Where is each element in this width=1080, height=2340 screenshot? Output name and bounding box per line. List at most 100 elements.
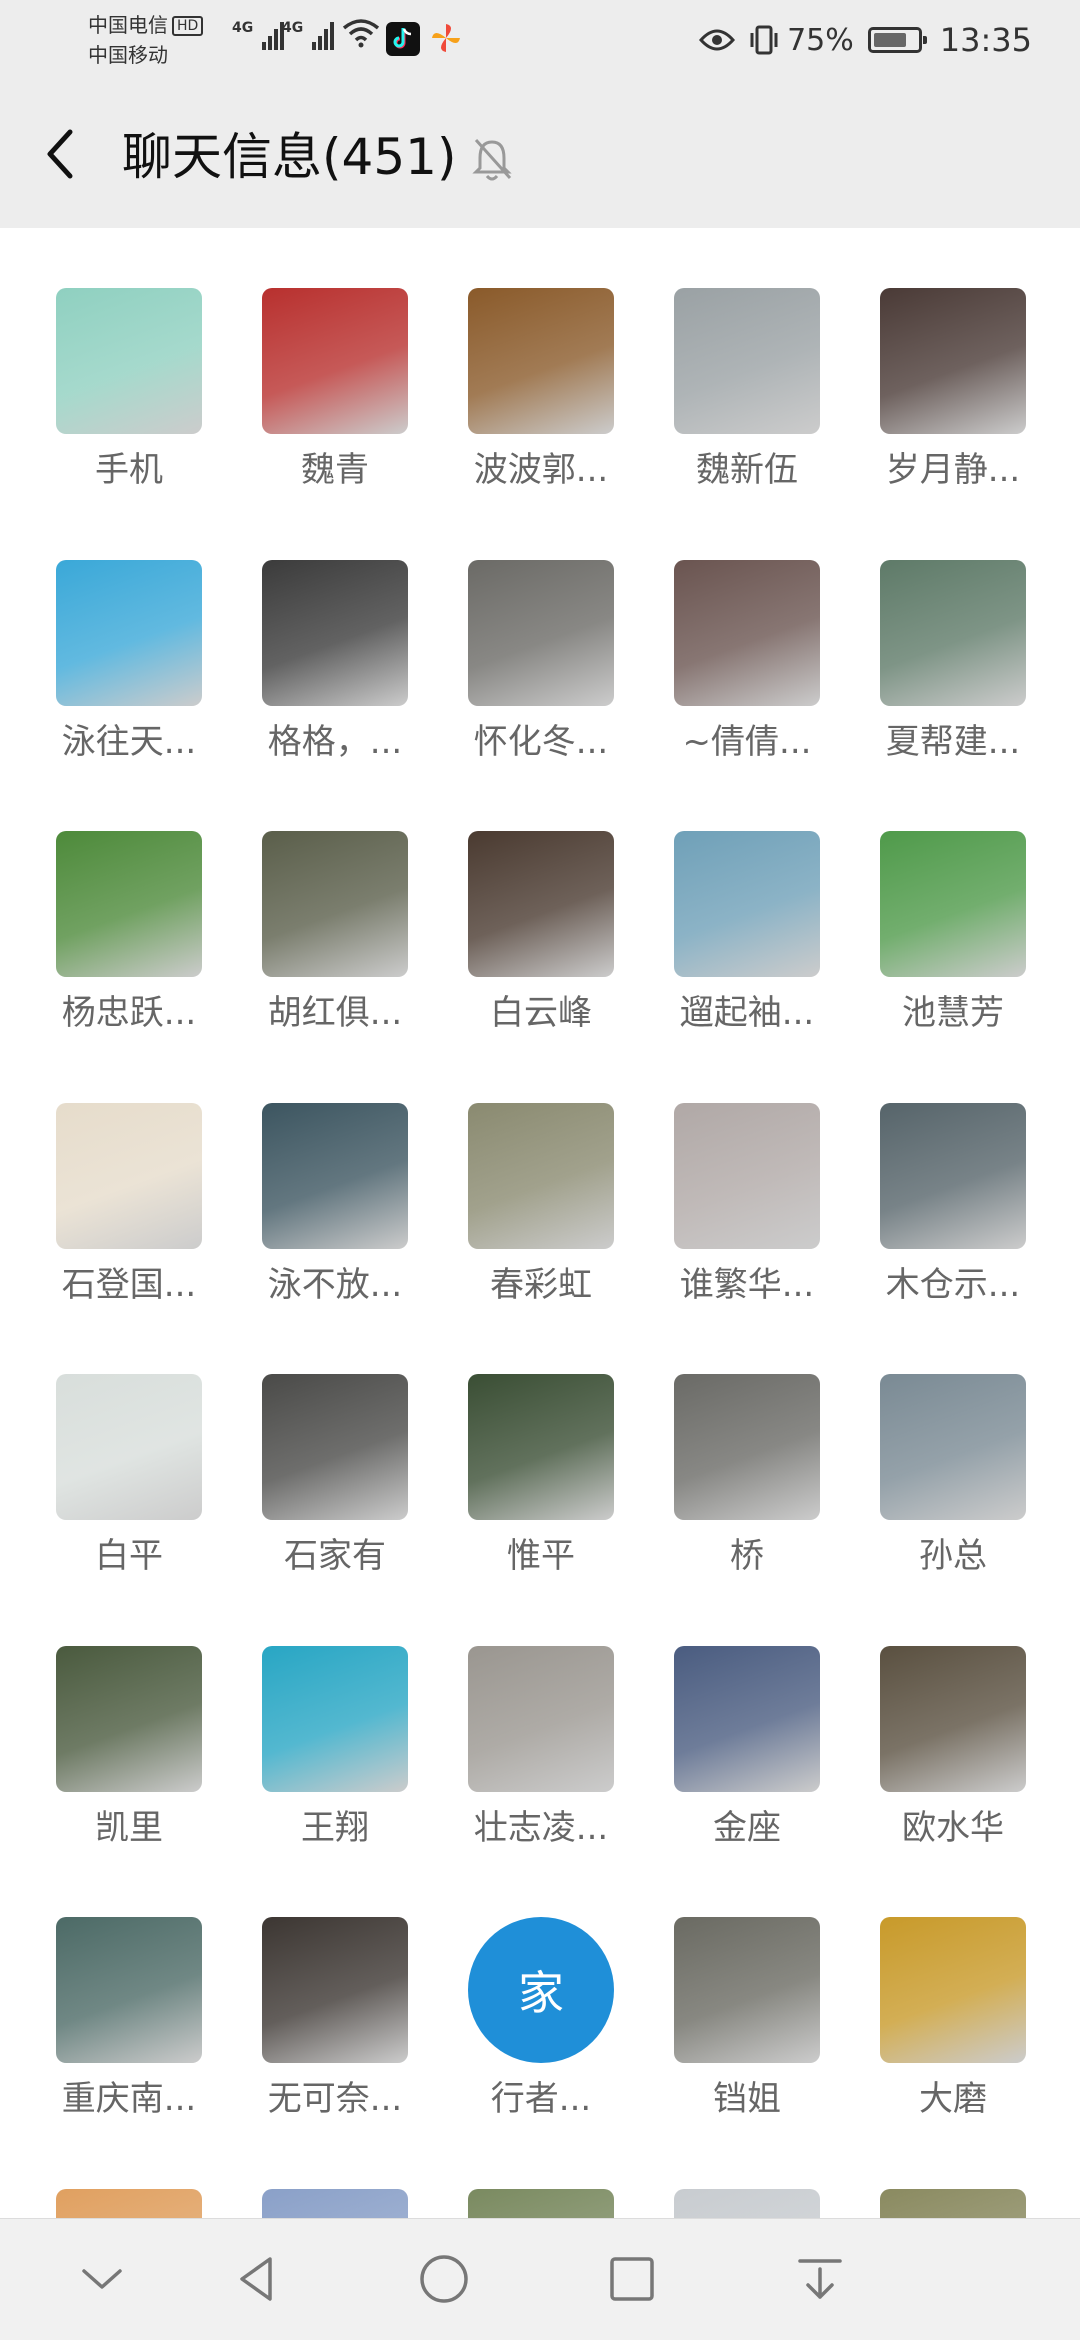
avatar[interactable]: [262, 1103, 408, 1249]
member-name: 杨忠跃...: [61, 993, 197, 1033]
member-item[interactable]: 波波郭...: [427, 228, 615, 490]
member-item[interactable]: 无可奈...: [221, 1857, 409, 2119]
member-item[interactable]: 白云峰: [427, 771, 615, 1033]
avatar[interactable]: [674, 1103, 820, 1249]
avatar[interactable]: [880, 1646, 1026, 1792]
member-item[interactable]: 欧水华: [839, 1586, 1027, 1848]
member-item[interactable]: [221, 2129, 409, 2218]
member-item[interactable]: 石家有: [221, 1314, 409, 1576]
avatar[interactable]: [468, 831, 614, 977]
back-arrow-icon[interactable]: [38, 124, 84, 184]
member-name: 桥: [730, 1536, 764, 1576]
notification-pulldown-icon[interactable]: [790, 2249, 850, 2309]
battery-percent: 75%: [787, 22, 854, 58]
avatar[interactable]: [880, 831, 1026, 977]
member-item[interactable]: 春彩虹: [427, 1043, 615, 1305]
avatar[interactable]: [674, 1374, 820, 1520]
member-item[interactable]: [839, 2129, 1027, 2218]
avatar[interactable]: [468, 1103, 614, 1249]
avatar[interactable]: [468, 1374, 614, 1520]
avatar[interactable]: 家: [468, 1917, 614, 2063]
avatar[interactable]: [262, 1374, 408, 1520]
member-item[interactable]: 凯里: [15, 1586, 203, 1848]
avatar[interactable]: [56, 560, 202, 706]
home-circle-icon[interactable]: [414, 2249, 474, 2309]
member-item[interactable]: 大磨: [839, 1857, 1027, 2119]
member-name: 波波郭...: [473, 450, 609, 490]
member-item[interactable]: 惟平: [427, 1314, 615, 1576]
member-item[interactable]: 胡红俱...: [221, 771, 409, 1033]
member-name: 白平: [95, 1536, 163, 1576]
member-item[interactable]: 魏新伍: [633, 228, 821, 490]
member-item[interactable]: [15, 2129, 203, 2218]
member-name: 行者...: [490, 2079, 592, 2119]
member-item[interactable]: 夏帮建...: [839, 500, 1027, 762]
member-item[interactable]: 怀化冬...: [427, 500, 615, 762]
avatar[interactable]: [262, 288, 408, 434]
member-item[interactable]: 家行者...: [427, 1857, 615, 2119]
avatar[interactable]: [880, 1374, 1026, 1520]
member-item[interactable]: 杨忠跃...: [15, 771, 203, 1033]
member-name: 魏新伍: [696, 450, 798, 490]
member-item[interactable]: 壮志凌...: [427, 1586, 615, 1848]
avatar[interactable]: [56, 831, 202, 977]
avatar[interactable]: [56, 2189, 202, 2218]
member-item[interactable]: [633, 2129, 821, 2218]
avatar[interactable]: [468, 560, 614, 706]
avatar[interactable]: [674, 1917, 820, 2063]
collapse-down-icon[interactable]: [72, 2249, 132, 2309]
avatar[interactable]: [468, 288, 614, 434]
member-item[interactable]: 格格，...: [221, 500, 409, 762]
avatar[interactable]: [674, 560, 820, 706]
member-grid: 手机 魏青 波波郭... 魏新伍 岁月静... 泳往天... 格格，... 怀化冬... ~倩倩…: [0, 228, 1080, 2218]
carrier-info: 中国电信 HD 中国移动: [88, 10, 258, 70]
avatar[interactable]: [468, 1646, 614, 1792]
avatar[interactable]: [56, 1374, 202, 1520]
recents-square-icon[interactable]: [602, 2249, 662, 2309]
member-name: 凯里: [95, 1808, 163, 1848]
member-item[interactable]: 魏青: [221, 228, 409, 490]
avatar[interactable]: [262, 2189, 408, 2218]
member-item[interactable]: 重庆南...: [15, 1857, 203, 2119]
member-item[interactable]: 木仓示...: [839, 1043, 1027, 1305]
avatar[interactable]: [262, 560, 408, 706]
avatar[interactable]: [880, 2189, 1026, 2218]
page-title: 聊天信息(451): [122, 128, 457, 186]
member-item[interactable]: ~倩倩...: [633, 500, 821, 762]
avatar[interactable]: [56, 288, 202, 434]
member-item[interactable]: [427, 2129, 615, 2218]
member-item[interactable]: 孙总: [839, 1314, 1027, 1576]
member-item[interactable]: 池慧芳: [839, 771, 1027, 1033]
member-name: 大磨: [919, 2079, 987, 2119]
member-item[interactable]: 铛姐: [633, 1857, 821, 2119]
member-item[interactable]: 岁月静...: [839, 228, 1027, 490]
avatar[interactable]: [262, 1917, 408, 2063]
avatar[interactable]: [880, 560, 1026, 706]
avatar[interactable]: [262, 831, 408, 977]
avatar[interactable]: [56, 1646, 202, 1792]
member-item[interactable]: 谁繁华...: [633, 1043, 821, 1305]
avatar[interactable]: [56, 1103, 202, 1249]
avatar[interactable]: [674, 288, 820, 434]
avatar[interactable]: [880, 1917, 1026, 2063]
member-item[interactable]: 金座: [633, 1586, 821, 1848]
member-item[interactable]: 白平: [15, 1314, 203, 1576]
member-item[interactable]: 石登国...: [15, 1043, 203, 1305]
member-item[interactable]: 桥: [633, 1314, 821, 1576]
member-item[interactable]: 泳不放...: [221, 1043, 409, 1305]
back-triangle-icon[interactable]: [226, 2249, 286, 2309]
member-name: 格格，...: [267, 722, 403, 762]
member-item[interactable]: 遛起袖...: [633, 771, 821, 1033]
avatar[interactable]: [468, 2189, 614, 2218]
avatar[interactable]: [674, 831, 820, 977]
member-item[interactable]: 王翔: [221, 1586, 409, 1848]
member-name: 孙总: [919, 1536, 987, 1576]
member-item[interactable]: 泳往天...: [15, 500, 203, 762]
avatar[interactable]: [262, 1646, 408, 1792]
member-item[interactable]: 手机: [15, 228, 203, 490]
avatar[interactable]: [880, 1103, 1026, 1249]
avatar[interactable]: [674, 2189, 820, 2218]
avatar[interactable]: [880, 288, 1026, 434]
avatar[interactable]: [674, 1646, 820, 1792]
avatar[interactable]: [56, 1917, 202, 2063]
